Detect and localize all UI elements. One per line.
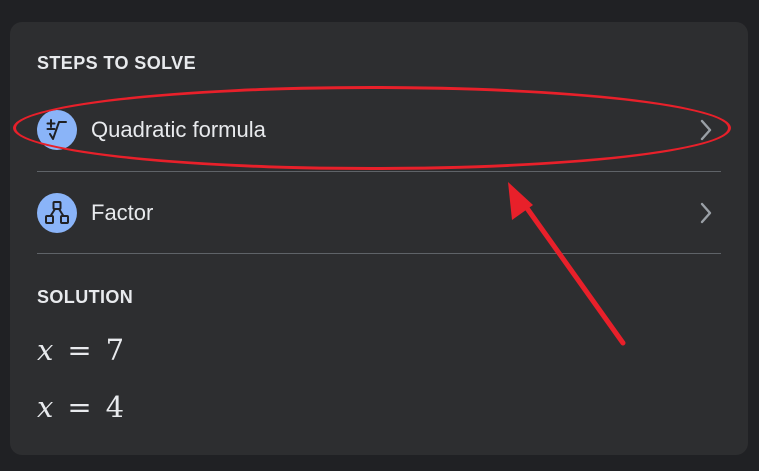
solution-equation: x = 7 (37, 333, 124, 367)
steps-card: STEPS TO SOLVE Quadratic formula Factor … (10, 22, 748, 455)
step-label-quadratic-formula: Quadratic formula (91, 117, 266, 142)
factor-tree-icon (37, 193, 77, 233)
quadratic-formula-icon (37, 110, 77, 150)
step-label-factor: Factor (91, 200, 154, 225)
divider (37, 253, 721, 254)
divider (37, 171, 721, 172)
step-item-quadratic-formula[interactable]: Quadratic formula (37, 100, 721, 160)
solution-value: 7 (105, 333, 125, 367)
solution-variable: x (37, 333, 54, 367)
step-item-factor[interactable]: Factor (37, 183, 721, 243)
solution-equals: = (67, 390, 92, 424)
chevron-right-icon (700, 202, 712, 224)
steps-to-solve-heading: STEPS TO SOLVE (37, 53, 196, 73)
solution-equation: x = 4 (37, 390, 124, 424)
solution-equals: = (67, 333, 92, 367)
solution-variable: x (37, 390, 54, 424)
solution-heading: SOLUTION (37, 287, 134, 307)
chevron-right-icon (700, 119, 712, 141)
solution-value: 4 (105, 390, 125, 424)
